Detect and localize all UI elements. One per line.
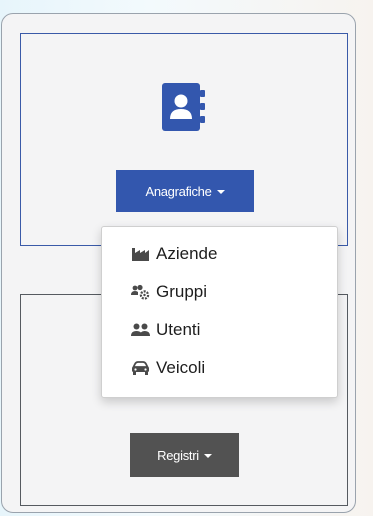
users-icon — [131, 323, 150, 336]
anagrafiche-button-label: Anagrafiche — [145, 183, 212, 199]
dropdown-item-gruppi[interactable]: Gruppi — [131, 279, 207, 305]
dropdown-item-label: Utenti — [156, 320, 201, 339]
dropdown-item-veicoli[interactable]: Veicoli — [131, 355, 205, 381]
registri-button-label: Registri — [157, 447, 199, 463]
dropdown-item-label: Aziende — [156, 244, 218, 263]
dropdown-item-utenti[interactable]: Utenti — [131, 317, 200, 343]
users-cog-icon — [131, 284, 150, 300]
anagrafiche-button[interactable]: Anagrafiche — [116, 170, 254, 212]
registri-button[interactable]: Registri — [130, 433, 239, 477]
chevron-down-icon — [203, 454, 212, 458]
address-book-icon — [162, 83, 205, 131]
dropdown-item-aziende[interactable]: Aziende — [131, 241, 217, 267]
dropdown-item-label: Veicoli — [156, 358, 206, 377]
industry-icon — [132, 248, 149, 261]
anagrafiche-dropdown-menu: Aziende Gruppi Utenti Veicoli — [101, 226, 338, 398]
chevron-down-icon — [216, 190, 225, 194]
dropdown-item-label: Gruppi — [156, 282, 208, 301]
car-icon — [132, 361, 149, 375]
anagrafiche-card — [20, 33, 348, 246]
